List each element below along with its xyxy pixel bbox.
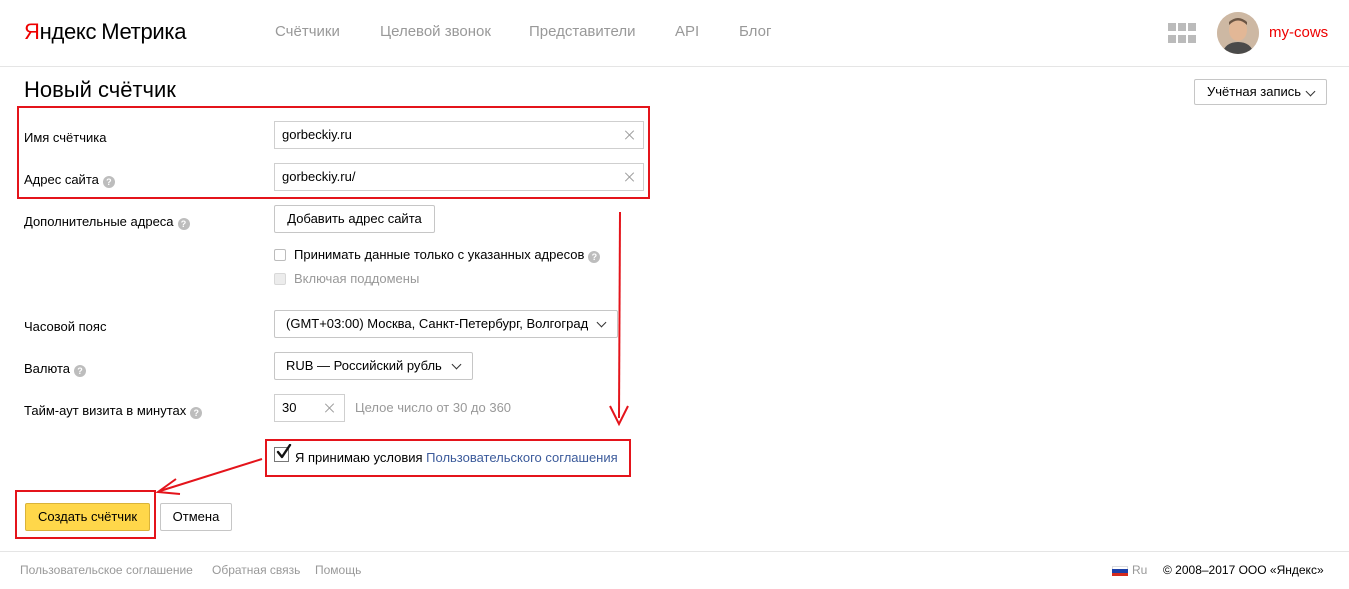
footer-user-agreement-link[interactable]: Пользовательское соглашение	[20, 563, 193, 577]
language-switch[interactable]: Ru	[1132, 563, 1147, 577]
footer-feedback-link[interactable]: Обратная связь	[212, 563, 300, 577]
russian-flag-icon	[1112, 566, 1128, 576]
footer-divider	[0, 551, 1349, 552]
annotation-arrows	[155, 211, 629, 495]
copyright: © 2008–2017 ООО «Яндекс»	[1163, 563, 1324, 577]
footer-help-link[interactable]: Помощь	[315, 563, 361, 577]
